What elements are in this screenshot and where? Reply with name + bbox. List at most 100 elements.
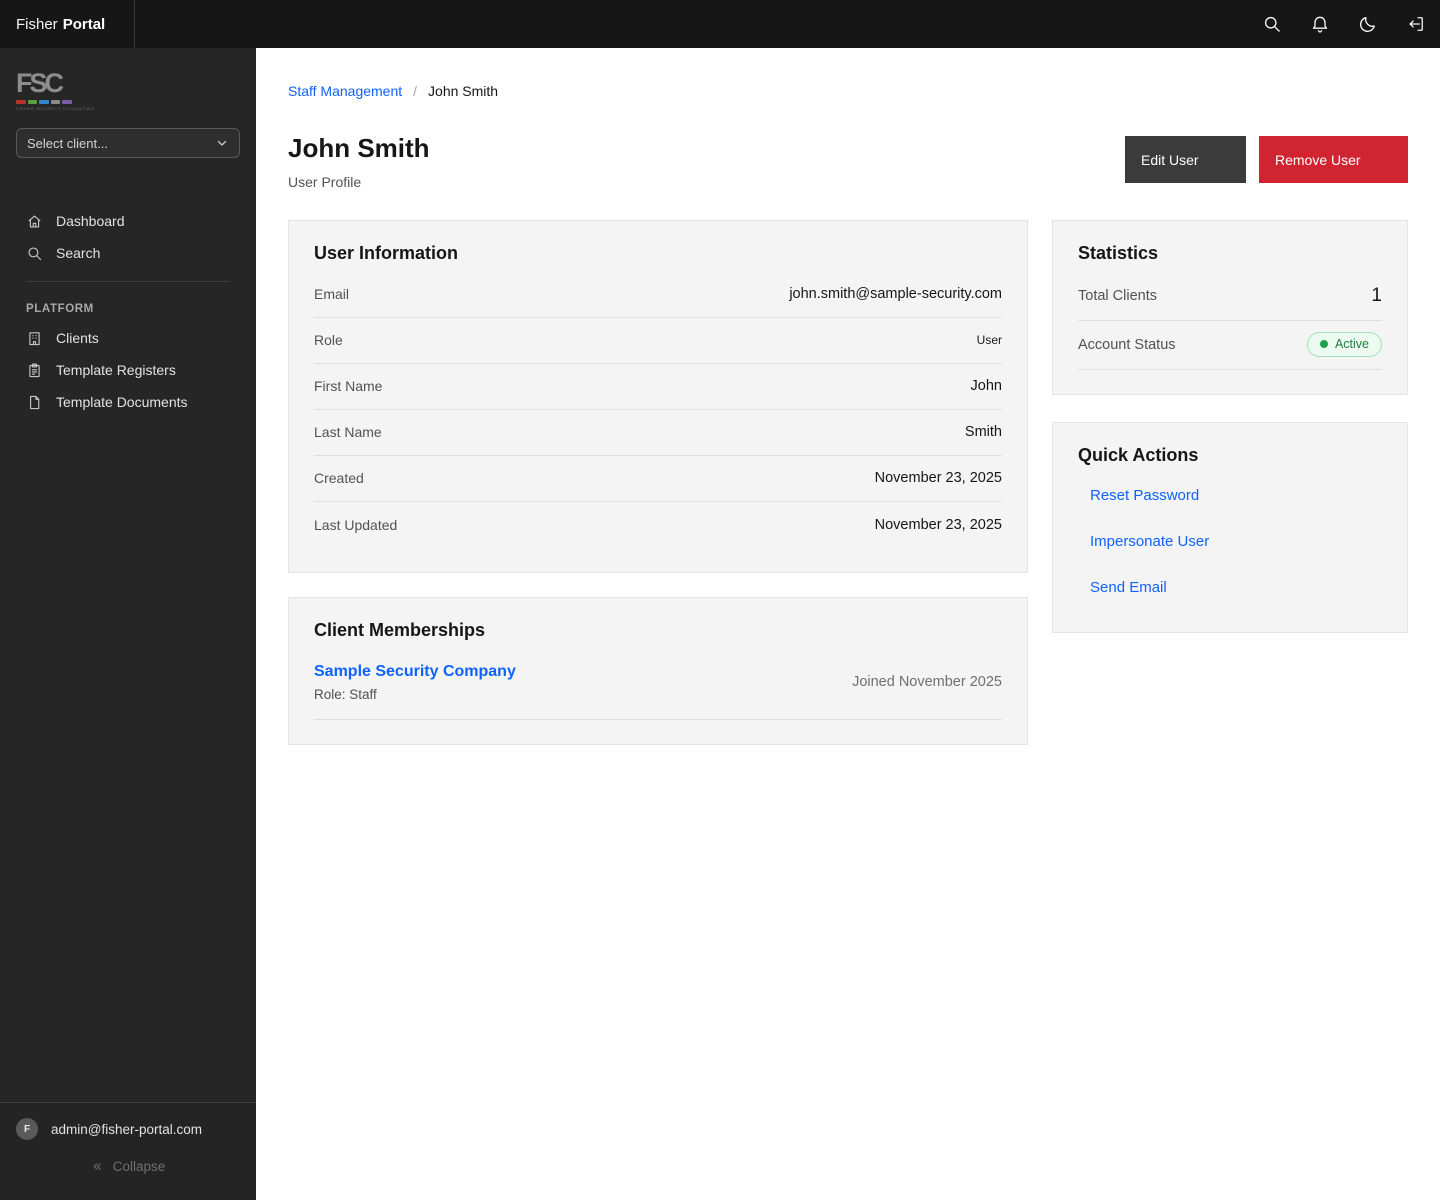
membership-client-link[interactable]: Sample Security Company: [314, 663, 516, 680]
info-label: Last Name: [314, 424, 382, 440]
sidebar-section-platform: PLATFORM: [26, 303, 230, 315]
search-button[interactable]: [1248, 0, 1296, 48]
right-column: Statistics Total Clients 1 Account Statu…: [1052, 220, 1408, 633]
quick-actions-title: Quick Actions: [1078, 445, 1382, 466]
current-user-email: admin@fisher-portal.com: [51, 1122, 202, 1137]
info-label: Role: [314, 332, 343, 348]
sidebar-item-template-registers[interactable]: Template Registers: [16, 354, 240, 386]
brand-logo: Fisher Portal: [0, 0, 135, 48]
membership-role: Role: Staff: [314, 687, 516, 702]
avatar: F: [16, 1118, 38, 1140]
status-badge: Active: [1307, 332, 1382, 357]
statistics-rows: Total Clients 1 Account Status Active: [1078, 272, 1382, 370]
membership-details: Sample Security Company Role: Staff: [314, 663, 516, 702]
status-badge-label: Active: [1335, 337, 1369, 351]
search-icon: [1262, 14, 1282, 34]
page-title-block: John Smith User Profile: [288, 134, 430, 190]
user-information-card: User Information Email john.smith@sample…: [288, 220, 1028, 573]
info-value: November 23, 2025: [875, 517, 1002, 533]
content-grid: User Information Email john.smith@sample…: [288, 220, 1408, 745]
notifications-button[interactable]: [1296, 0, 1344, 48]
quick-actions-card: Quick Actions Reset Password Impersonate…: [1052, 422, 1408, 633]
chevron-down-icon: [215, 136, 229, 150]
sidebar-item-label: Template Documents: [56, 394, 188, 410]
info-row-last-updated: Last Updated November 23, 2025: [314, 502, 1002, 548]
sidebar-logo: FSC Fisher Security Consulting: [16, 70, 240, 111]
sidebar-item-clients[interactable]: Clients: [16, 322, 240, 354]
total-clients-value: 1: [1371, 285, 1382, 307]
statistics-title: Statistics: [1078, 243, 1382, 264]
status-dot-icon: [1320, 340, 1328, 348]
topbar: Fisher Portal: [0, 0, 1440, 48]
info-label: First Name: [314, 378, 382, 394]
info-row-last-name: Last Name Smith: [314, 410, 1002, 456]
info-value: Smith: [965, 424, 1002, 440]
info-row-created: Created November 23, 2025: [314, 456, 1002, 502]
home-icon: [26, 213, 43, 230]
info-label: Email: [314, 286, 349, 302]
info-value: john.smith@sample-security.com: [789, 286, 1002, 302]
info-row-role: Role User: [314, 318, 1002, 364]
user-information-rows: Email john.smith@sample-security.com Rol…: [314, 272, 1002, 548]
collapse-label: Collapse: [113, 1159, 166, 1174]
sidebar-divider: [26, 281, 230, 282]
remove-user-button[interactable]: Remove User: [1259, 136, 1408, 183]
current-user: F admin@fisher-portal.com: [16, 1118, 240, 1140]
send-email-link[interactable]: Send Email: [1090, 579, 1167, 596]
info-label: Created: [314, 470, 364, 486]
client-select-value: Select client...: [27, 136, 108, 151]
statistics-card: Statistics Total Clients 1 Account Statu…: [1052, 220, 1408, 395]
client-select[interactable]: Select client...: [16, 128, 240, 158]
building-icon: [26, 330, 43, 347]
stat-label: Account Status: [1078, 337, 1176, 353]
fsc-logo-tagline: Fisher Security Consulting: [16, 106, 240, 111]
double-chevron-left-icon: [91, 1160, 104, 1173]
fsc-logo-text: FSC: [16, 70, 240, 97]
sidebar-footer: F admin@fisher-portal.com Collapse: [0, 1102, 256, 1200]
document-icon: [26, 394, 43, 411]
dark-mode-button[interactable]: [1344, 0, 1392, 48]
fsc-logo-bars: [16, 100, 72, 104]
header-buttons: Edit User Remove User: [1125, 136, 1408, 183]
search-icon: [26, 245, 43, 262]
brand-suffix: Portal: [63, 16, 106, 33]
sidebar-item-label: Template Registers: [56, 362, 176, 378]
client-memberships-card: Client Memberships Sample Security Compa…: [288, 597, 1028, 745]
main-content: Staff Management / John Smith John Smith…: [256, 48, 1440, 1200]
info-label: Last Updated: [314, 517, 397, 533]
breadcrumb-current: John Smith: [428, 83, 498, 99]
info-value: User: [977, 333, 1002, 347]
info-value: November 23, 2025: [875, 470, 1002, 486]
stat-label: Total Clients: [1078, 288, 1157, 304]
stat-row-account-status: Account Status Active: [1078, 321, 1382, 370]
breadcrumb-staff-management[interactable]: Staff Management: [288, 83, 402, 99]
membership-joined-date: Joined November 2025: [852, 674, 1002, 690]
logout-icon: [1406, 14, 1426, 34]
info-row-email: Email john.smith@sample-security.com: [314, 272, 1002, 318]
stat-row-total-clients: Total Clients 1: [1078, 272, 1382, 321]
clipboard-icon: [26, 362, 43, 379]
page-subtitle: User Profile: [288, 174, 430, 190]
collapse-sidebar-button[interactable]: Collapse: [16, 1159, 240, 1174]
sidebar: FSC Fisher Security Consulting Select cl…: [0, 48, 256, 1200]
reset-password-link[interactable]: Reset Password: [1090, 487, 1199, 504]
sidebar-item-label: Clients: [56, 330, 99, 346]
membership-item: Sample Security Company Role: Staff Join…: [314, 663, 1002, 720]
page-title: John Smith: [288, 134, 430, 163]
sidebar-item-label: Dashboard: [56, 213, 125, 229]
user-information-title: User Information: [314, 243, 1002, 264]
brand-name: Fisher: [16, 16, 58, 33]
sidebar-item-dashboard[interactable]: Dashboard: [16, 205, 240, 237]
notifications-bell-icon: [1310, 14, 1330, 34]
info-row-first-name: First Name John: [314, 364, 1002, 410]
edit-user-button[interactable]: Edit User: [1125, 136, 1246, 183]
breadcrumb-separator: /: [413, 83, 417, 99]
breadcrumb: Staff Management / John Smith: [288, 83, 1408, 99]
logout-button[interactable]: [1392, 0, 1440, 48]
impersonate-user-link[interactable]: Impersonate User: [1090, 533, 1209, 550]
sidebar-item-search[interactable]: Search: [16, 237, 240, 269]
info-value: John: [971, 378, 1002, 394]
sidebar-item-template-documents[interactable]: Template Documents: [16, 386, 240, 418]
sidebar-nav: Dashboard Search PLATFORM Clients: [16, 205, 240, 418]
client-memberships-title: Client Memberships: [314, 620, 1002, 641]
